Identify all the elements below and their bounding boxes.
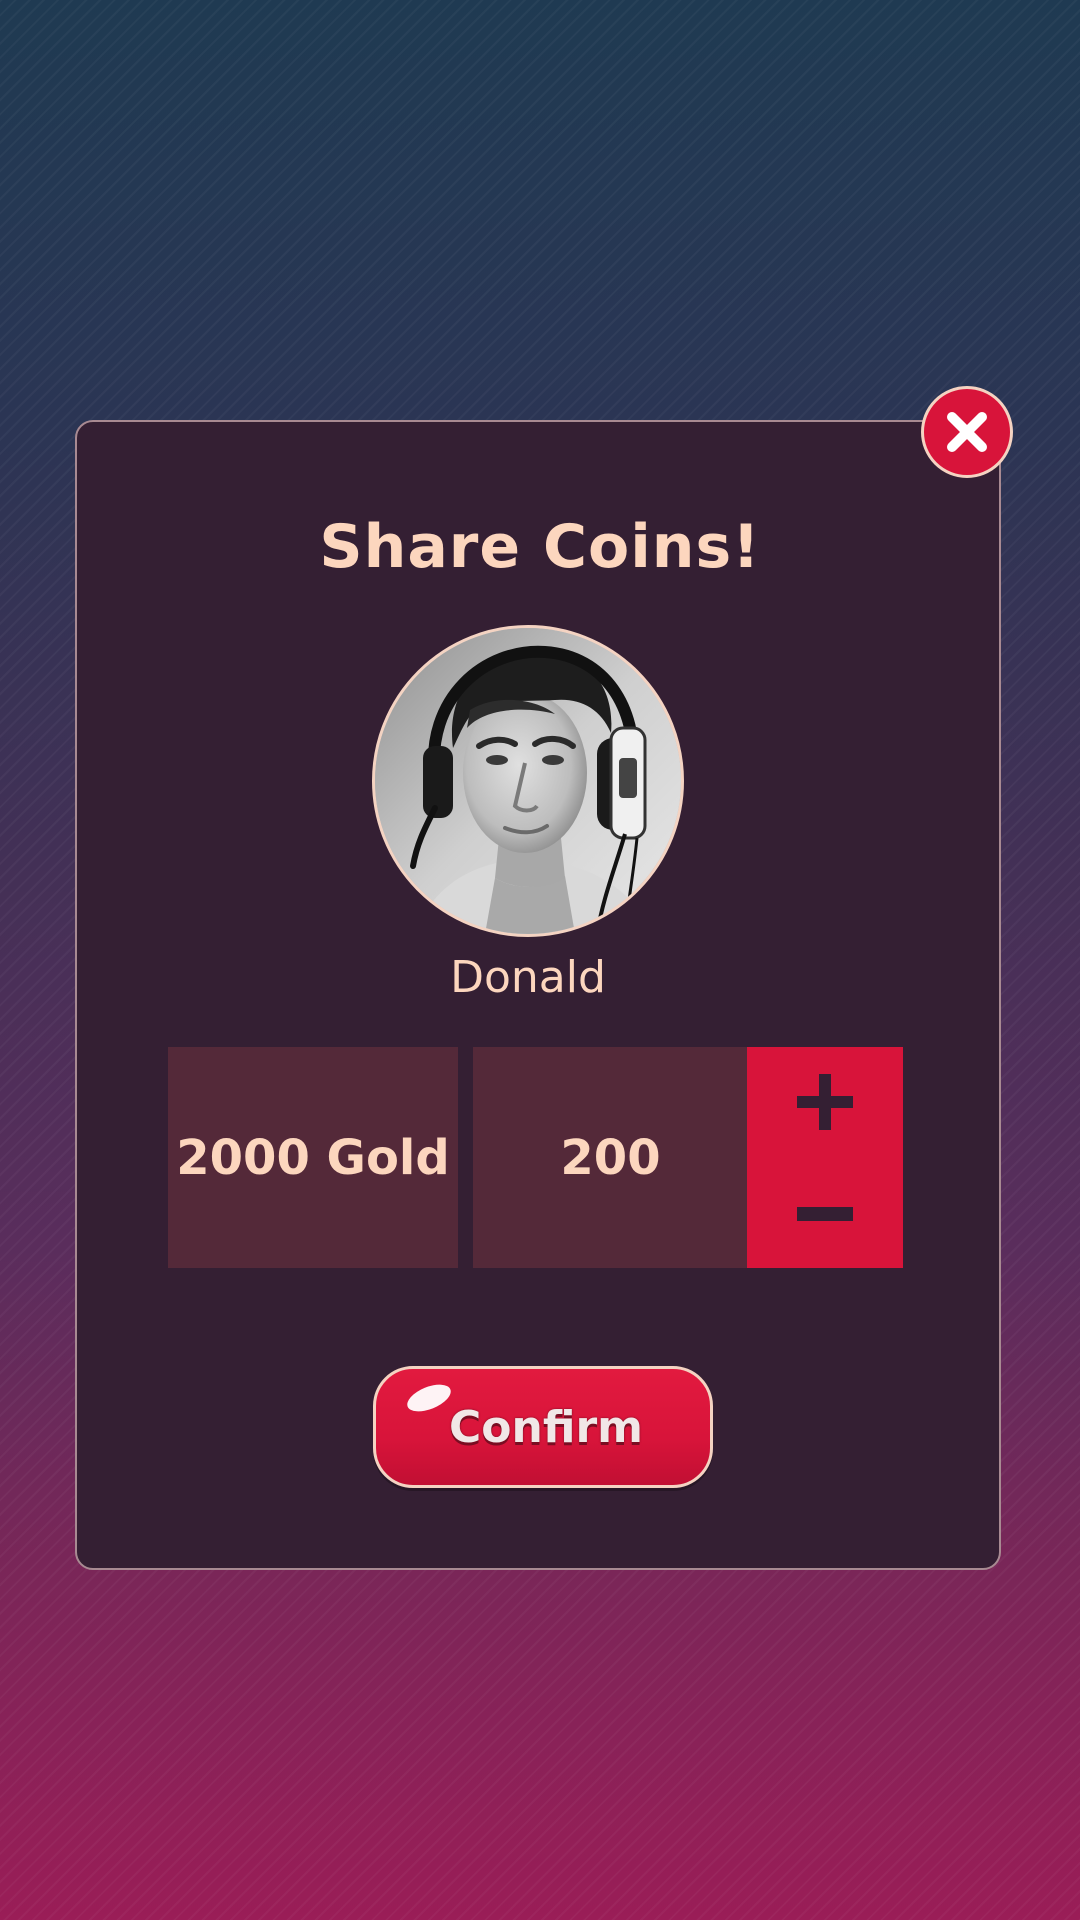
amount-field[interactable]: 200 [473,1047,748,1268]
confirm-button[interactable]: Confirm [373,1366,713,1488]
avatar-photo [375,628,681,934]
close-icon [947,412,987,452]
dialog-title: Share Coins! [319,512,761,582]
close-button[interactable] [921,386,1013,478]
decrement-button[interactable] [747,1158,903,1268]
increment-button[interactable] [747,1047,903,1157]
plus-icon [797,1074,853,1130]
recipient-name: Donald [450,952,606,1003]
button-shine [403,1379,455,1417]
minus-icon [797,1207,853,1221]
quantity-stepper [747,1047,903,1268]
gold-balance: 2000 Gold [168,1047,458,1268]
avatar [372,625,684,937]
confirm-label: Confirm [448,1401,643,1453]
